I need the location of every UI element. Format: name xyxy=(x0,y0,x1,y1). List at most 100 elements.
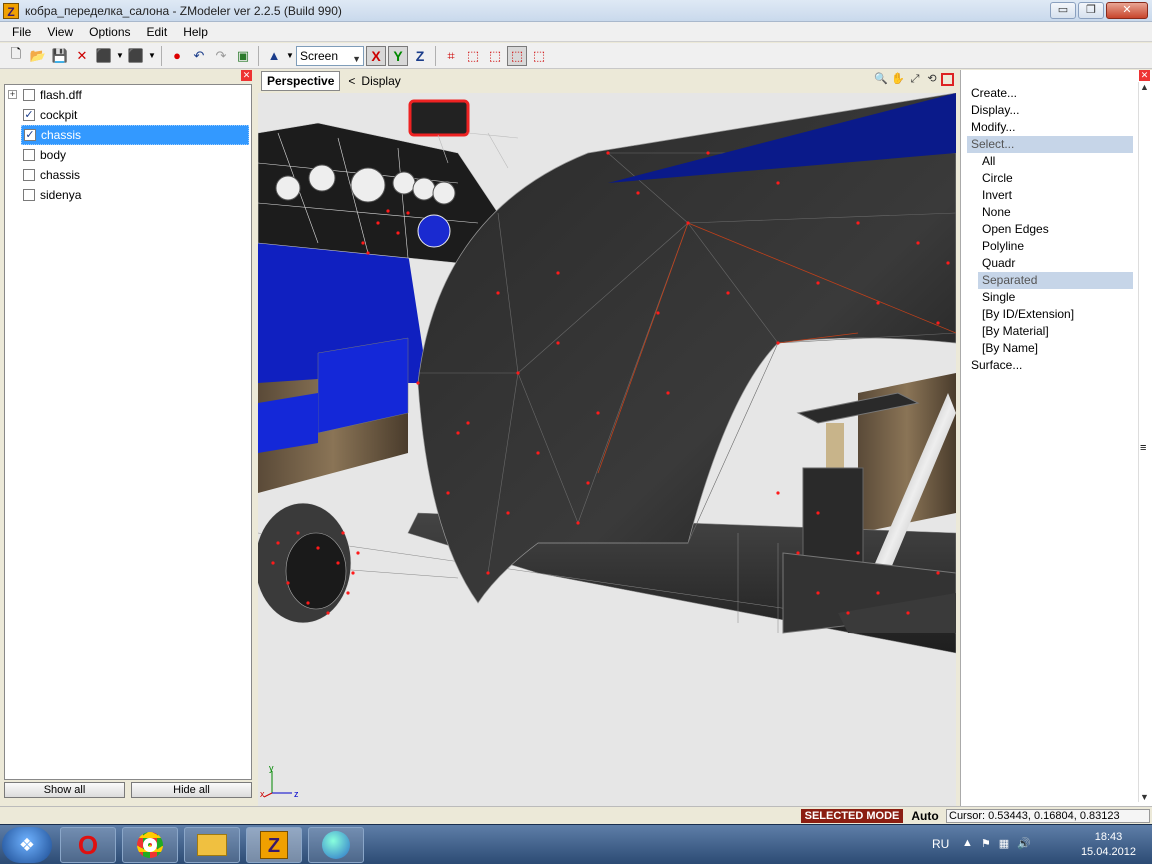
tree-item-body[interactable]: body xyxy=(5,145,251,165)
export-icon[interactable]: ⬛ xyxy=(126,46,146,66)
export-dropdown-icon[interactable]: ▼ xyxy=(148,46,156,66)
object-mode-icon[interactable]: ⬚ xyxy=(485,46,505,66)
system-tray: RU ▲ ⚑ ▦ 🔊 18:43 15.04.2012 xyxy=(912,825,1152,864)
command-panel-scrollbar[interactable]: ▲ ≡ ▼ xyxy=(1138,82,1150,802)
axis-x-toggle[interactable]: X xyxy=(366,45,386,66)
visibility-checkbox[interactable] xyxy=(23,149,35,161)
select-quadr[interactable]: Quadr xyxy=(967,255,1133,272)
import-icon[interactable]: ⬛ xyxy=(94,46,114,66)
save-icon[interactable]: 💾 xyxy=(50,46,70,66)
select-none[interactable]: None xyxy=(967,204,1133,221)
start-button[interactable]: ❖ xyxy=(2,827,52,863)
zoom-extents-icon[interactable]: ⤢ xyxy=(907,72,923,88)
tree-item-chassis[interactable]: chassis xyxy=(5,165,251,185)
pointer-tool-icon[interactable]: ▲ xyxy=(264,46,284,66)
scroll-grip-icon[interactable]: ≡ xyxy=(1140,442,1146,454)
open-file-icon[interactable]: 📂 xyxy=(28,46,48,66)
command-create[interactable]: Create... xyxy=(967,85,1133,102)
face-mode-icon[interactable]: ⬚ xyxy=(463,46,483,66)
3d-scene[interactable]: y x z xyxy=(258,93,956,806)
command-surface[interactable]: Surface... xyxy=(967,357,1133,374)
select-polyline[interactable]: Polyline xyxy=(967,238,1133,255)
maximize-viewport-icon[interactable] xyxy=(941,73,954,86)
taskbar-explorer[interactable] xyxy=(184,827,240,863)
show-hidden-icons-icon[interactable]: ▲ xyxy=(962,837,973,850)
taskbar-chrome[interactable] xyxy=(122,827,178,863)
import-dropdown-icon[interactable]: ▼ xyxy=(116,46,124,66)
tree-item-label: chassis xyxy=(41,128,82,142)
menu-edit[interactable]: Edit xyxy=(139,25,176,39)
minimize-button[interactable]: ▭ xyxy=(1050,2,1076,19)
axis-y-toggle[interactable]: Y xyxy=(388,45,408,66)
select-by-name[interactable]: [By Name] xyxy=(967,340,1133,357)
command-select[interactable]: Select... xyxy=(967,136,1133,153)
viewport-display-menu[interactable]: Display xyxy=(361,74,400,88)
select-open-edges[interactable]: Open Edges xyxy=(967,221,1133,238)
visibility-checkbox[interactable] xyxy=(23,89,35,101)
flag-icon[interactable]: ⚑ xyxy=(981,837,991,850)
expand-icon[interactable]: + xyxy=(8,90,17,99)
coordinate-mode-select[interactable]: Screen ▼ xyxy=(296,45,364,66)
visibility-checkbox[interactable]: ✓ xyxy=(24,129,36,141)
language-indicator[interactable]: RU xyxy=(932,837,949,851)
command-modify[interactable]: Modify... xyxy=(967,119,1133,136)
scroll-down-icon[interactable]: ▼ xyxy=(1140,792,1149,802)
zmodeler-app-icon[interactable]: Z xyxy=(3,2,19,19)
network-icon[interactable]: ▦ xyxy=(999,837,1009,850)
vertex-mode-icon[interactable]: ⌗ xyxy=(441,46,461,66)
tree-item-cockpit[interactable]: ✓ cockpit xyxy=(5,105,251,125)
tree-item-sidenya[interactable]: sidenya xyxy=(5,185,251,205)
taskbar-opera[interactable]: O xyxy=(60,827,116,863)
auto-mode-indicator[interactable]: Auto xyxy=(907,809,943,823)
restore-button[interactable]: ❐ xyxy=(1078,2,1104,19)
tree-item-label: chassis xyxy=(40,168,81,182)
surface-mode-icon[interactable]: ⬚ xyxy=(507,45,527,66)
close-icon[interactable]: ✕ xyxy=(241,70,252,81)
scroll-up-icon[interactable]: ▲ xyxy=(1140,82,1149,92)
hide-all-button[interactable]: Hide all xyxy=(131,782,252,798)
visibility-checkbox[interactable] xyxy=(23,169,35,181)
taskbar-globe[interactable] xyxy=(308,827,364,863)
tree-item-flash-dff[interactable]: + flash.dff xyxy=(5,85,251,105)
undo-icon[interactable]: ↶ xyxy=(189,46,209,66)
select-all[interactable]: All xyxy=(967,153,1133,170)
volume-icon[interactable]: 🔊 xyxy=(1017,837,1031,850)
rotate-icon[interactable]: ⟲ xyxy=(924,72,940,88)
selected-mode-indicator[interactable]: SELECTED MODE xyxy=(801,809,903,823)
close-icon[interactable]: ✕ xyxy=(1139,70,1150,81)
select-by-id-extension[interactable]: [By ID/Extension] xyxy=(967,306,1133,323)
select-separated[interactable]: Separated xyxy=(978,272,1133,289)
visibility-checkbox[interactable]: ✓ xyxy=(23,109,35,121)
axis-z-toggle[interactable]: Z xyxy=(410,46,430,66)
record-icon[interactable]: ● xyxy=(167,46,187,66)
status-bar: SELECTED MODE Auto Cursor: 0.53443, 0.16… xyxy=(0,806,1152,824)
mesh-vertex xyxy=(636,191,640,195)
close-button[interactable]: ✕ xyxy=(1106,2,1148,19)
menu-help[interactable]: Help xyxy=(175,25,216,39)
tree-item-chassis-selected[interactable]: ✓ chassis xyxy=(21,125,249,145)
snapshot-icon[interactable]: ▣ xyxy=(233,46,253,66)
viewport-back-arrow[interactable]: < xyxy=(348,74,355,88)
visibility-checkbox[interactable] xyxy=(23,189,35,201)
select-by-material[interactable]: [By Material] xyxy=(967,323,1133,340)
pointer-dropdown-icon[interactable]: ▼ xyxy=(286,46,294,66)
select-invert[interactable]: Invert xyxy=(967,187,1133,204)
menu-view[interactable]: View xyxy=(39,25,81,39)
menu-file[interactable]: File xyxy=(4,25,39,39)
redo-icon[interactable]: ↷ xyxy=(211,46,231,66)
taskbar-zmodeler[interactable]: Z xyxy=(246,827,302,863)
zoom-icon[interactable]: 🔍 xyxy=(873,72,889,88)
bound-box-icon[interactable]: ⬚ xyxy=(529,46,549,66)
delete-icon[interactable]: ✕ xyxy=(72,46,92,66)
new-file-icon[interactable]: 🗋 xyxy=(6,46,26,66)
menu-options[interactable]: Options xyxy=(81,25,138,39)
viewport-perspective-tab[interactable]: Perspective xyxy=(261,71,341,91)
pan-hand-icon[interactable]: ✋ xyxy=(890,72,906,88)
select-single[interactable]: Single xyxy=(967,289,1133,306)
command-display[interactable]: Display... xyxy=(967,102,1133,119)
cursor-coordinates: Cursor: 0.53443, 0.16804, 0.83123 xyxy=(946,809,1150,823)
mesh-vertex xyxy=(346,591,350,595)
show-all-button[interactable]: Show all xyxy=(4,782,125,798)
select-circle[interactable]: Circle xyxy=(967,170,1133,187)
clock[interactable]: 18:43 15.04.2012 xyxy=(1081,830,1136,860)
